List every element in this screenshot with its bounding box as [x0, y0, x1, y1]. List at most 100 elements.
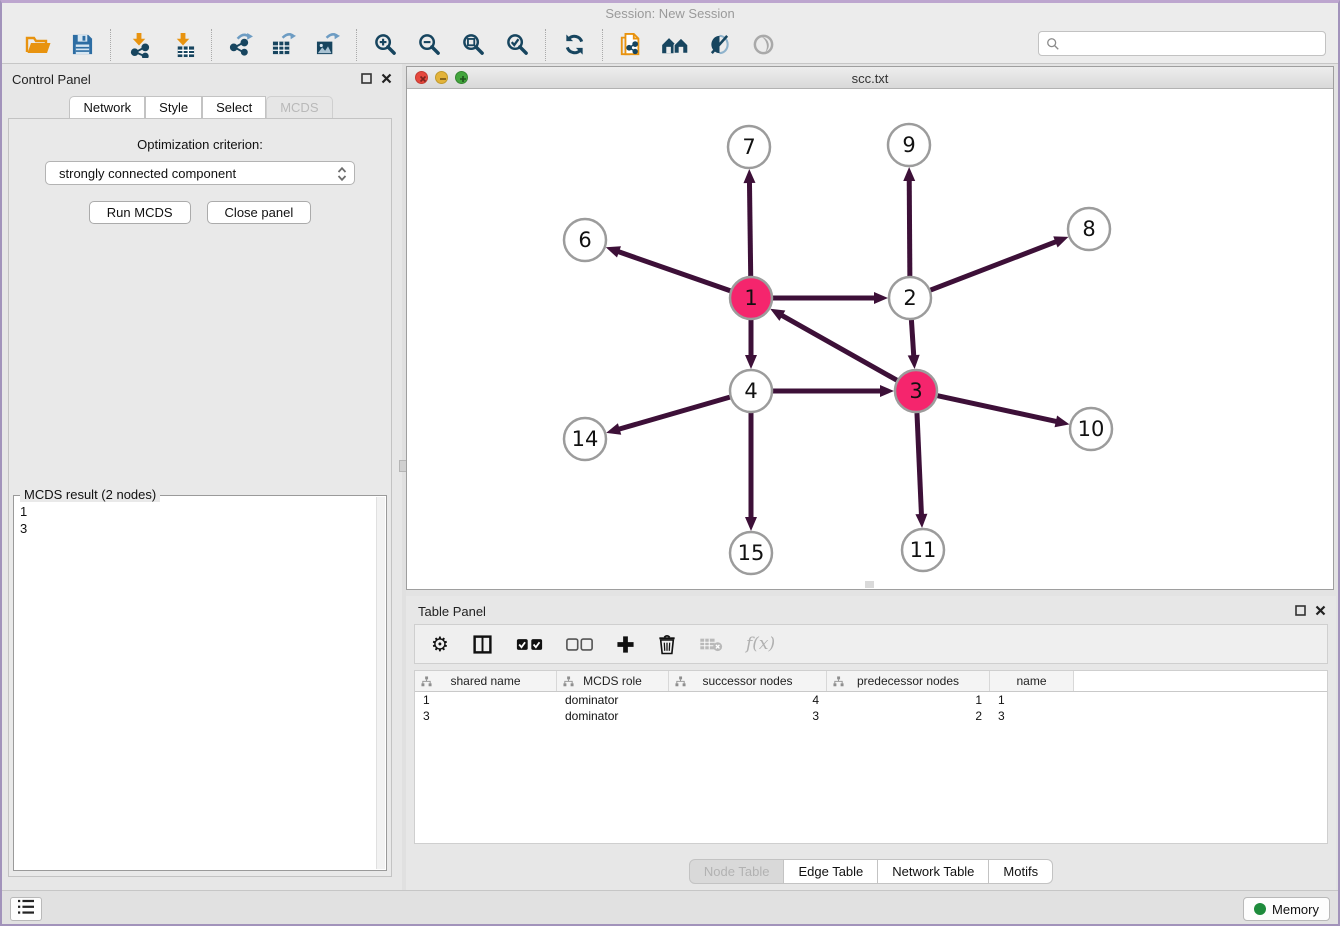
network-canvas[interactable]: 7 9 6 8 1 2 4 3 14 10 15 11: [407, 89, 1333, 589]
table-tabs: Node TableEdge TableNetwork TableMotifs: [406, 859, 1336, 884]
zoom-out-icon[interactable]: [415, 31, 443, 59]
close-panel-icon[interactable]: [1315, 603, 1326, 621]
table-cell[interactable]: dominator: [557, 708, 669, 724]
delete-row-icon[interactable]: [658, 634, 676, 655]
table-cell[interactable]: 1: [415, 692, 557, 708]
edge-3-1[interactable]: [770, 309, 897, 380]
import-network-icon[interactable]: [125, 31, 153, 59]
column-header-MCDS-role[interactable]: MCDS role: [557, 671, 669, 691]
table-row[interactable]: 1dominator411: [415, 692, 1327, 708]
window-title: Session: New Session: [0, 6, 1340, 21]
toolbar-group: [357, 29, 546, 61]
column-header-name[interactable]: name: [990, 671, 1074, 691]
main-toolbar: [0, 26, 1340, 64]
memory-button-label: Memory: [1272, 902, 1319, 917]
node-7[interactable]: 7: [728, 126, 770, 168]
network-window-titlebar[interactable]: scc.txt: [407, 67, 1333, 89]
table-cell[interactable]: 3: [669, 708, 827, 724]
float-panel-icon[interactable]: [361, 71, 372, 89]
hide-graphics-details-icon[interactable]: [705, 31, 733, 59]
column-header-successor-nodes[interactable]: successor nodes: [669, 671, 827, 691]
edge-2-8[interactable]: [931, 236, 1069, 290]
table-cell[interactable]: 4: [669, 692, 827, 708]
node-2[interactable]: 2: [889, 277, 931, 319]
edge-4-15[interactable]: [745, 413, 757, 531]
import-table-icon[interactable]: [169, 31, 197, 59]
table-cell[interactable]: 1: [990, 692, 1074, 708]
search-box[interactable]: [1038, 31, 1326, 56]
edge-4-3[interactable]: [773, 385, 894, 397]
column-header-shared-name[interactable]: shared name: [415, 671, 557, 691]
close-panel-icon[interactable]: [381, 71, 392, 89]
select-all-checkboxes-icon[interactable]: [516, 637, 543, 652]
node-4[interactable]: 4: [730, 370, 772, 412]
edge-4-14[interactable]: [606, 397, 730, 435]
close-panel-button[interactable]: Close panel: [207, 201, 312, 224]
node-10[interactable]: 10: [1070, 408, 1112, 450]
control-panel-tabs: NetworkStyleSelectMCDS: [0, 96, 402, 118]
table-cell[interactable]: 1: [827, 692, 990, 708]
save-session-icon[interactable]: [68, 31, 96, 59]
node-15[interactable]: 15: [730, 532, 772, 574]
zoom-fit-icon[interactable]: [459, 31, 487, 59]
export-network-icon[interactable]: [226, 31, 254, 59]
edge-2-3[interactable]: [908, 320, 920, 369]
tab-network-table[interactable]: Network Table: [878, 859, 989, 884]
node-1[interactable]: 1: [730, 277, 772, 319]
status-bar: Memory: [0, 890, 1340, 926]
float-panel-icon[interactable]: [1295, 603, 1306, 621]
node-9[interactable]: 9: [888, 124, 930, 166]
node-8[interactable]: 8: [1068, 208, 1110, 250]
zoom-in-icon[interactable]: [371, 31, 399, 59]
column-header-predecessor-nodes[interactable]: predecessor nodes: [827, 671, 990, 691]
table-cell[interactable]: 3: [415, 708, 557, 724]
memory-button[interactable]: Memory: [1243, 897, 1330, 921]
tab-edge-table[interactable]: Edge Table: [784, 859, 878, 884]
tab-mcds[interactable]: MCDS: [266, 96, 332, 118]
zoom-selected-icon[interactable]: [503, 31, 531, 59]
export-table-icon[interactable]: [270, 31, 298, 59]
canvas-scroll-grip[interactable]: [865, 581, 874, 588]
add-row-icon[interactable]: [616, 635, 635, 654]
edge-3-10[interactable]: [937, 396, 1069, 428]
svg-text:1: 1: [744, 286, 757, 310]
table-cell[interactable]: 3: [990, 708, 1074, 724]
node-14[interactable]: 14: [564, 418, 606, 460]
toolbar-group: [111, 29, 212, 61]
node-3[interactable]: 3: [895, 370, 937, 412]
edge-1-4[interactable]: [745, 320, 757, 369]
tab-motifs[interactable]: Motifs: [989, 859, 1053, 884]
deselect-all-checkboxes-icon[interactable]: [566, 637, 593, 652]
tab-style[interactable]: Style: [145, 96, 202, 118]
tab-network[interactable]: Network: [69, 96, 145, 118]
mcds-result-text[interactable]: 1 3: [14, 498, 376, 870]
svg-text:6: 6: [578, 228, 591, 252]
task-history-button[interactable]: [10, 897, 42, 921]
edge-1-2[interactable]: [773, 292, 888, 304]
edge-3-11[interactable]: [915, 413, 927, 528]
refresh-icon[interactable]: [560, 31, 588, 59]
search-input[interactable]: [1065, 34, 1320, 53]
toggle-contrast-icon[interactable]: [749, 31, 777, 59]
run-mcds-button[interactable]: Run MCDS: [89, 201, 191, 224]
table-row[interactable]: 3dominator323: [415, 708, 1327, 724]
result-scrollbar[interactable]: [376, 497, 385, 869]
open-session-icon[interactable]: [24, 31, 52, 59]
node-11[interactable]: 11: [902, 529, 944, 571]
control-panel: Control Panel NetworkStyleSelectMCDS Opt…: [0, 64, 402, 890]
table-settings-icon[interactable]: ⚙: [431, 634, 449, 654]
node-table[interactable]: shared nameMCDS rolesuccessor nodesprede…: [414, 670, 1328, 844]
criterion-dropdown[interactable]: strongly connected component: [45, 161, 355, 185]
table-cell[interactable]: 2: [827, 708, 990, 724]
edge-1-7[interactable]: [743, 169, 755, 276]
tab-select[interactable]: Select: [202, 96, 266, 118]
show-columns-icon[interactable]: [472, 634, 493, 655]
copy-network-icon[interactable]: [617, 31, 645, 59]
node-6[interactable]: 6: [564, 219, 606, 261]
open-browser-icon[interactable]: [661, 31, 689, 59]
table-cell[interactable]: dominator: [557, 692, 669, 708]
edge-2-9[interactable]: [903, 167, 915, 276]
edge-1-6[interactable]: [606, 246, 730, 291]
tab-node-table[interactable]: Node Table: [689, 859, 785, 884]
export-image-icon[interactable]: [314, 31, 342, 59]
